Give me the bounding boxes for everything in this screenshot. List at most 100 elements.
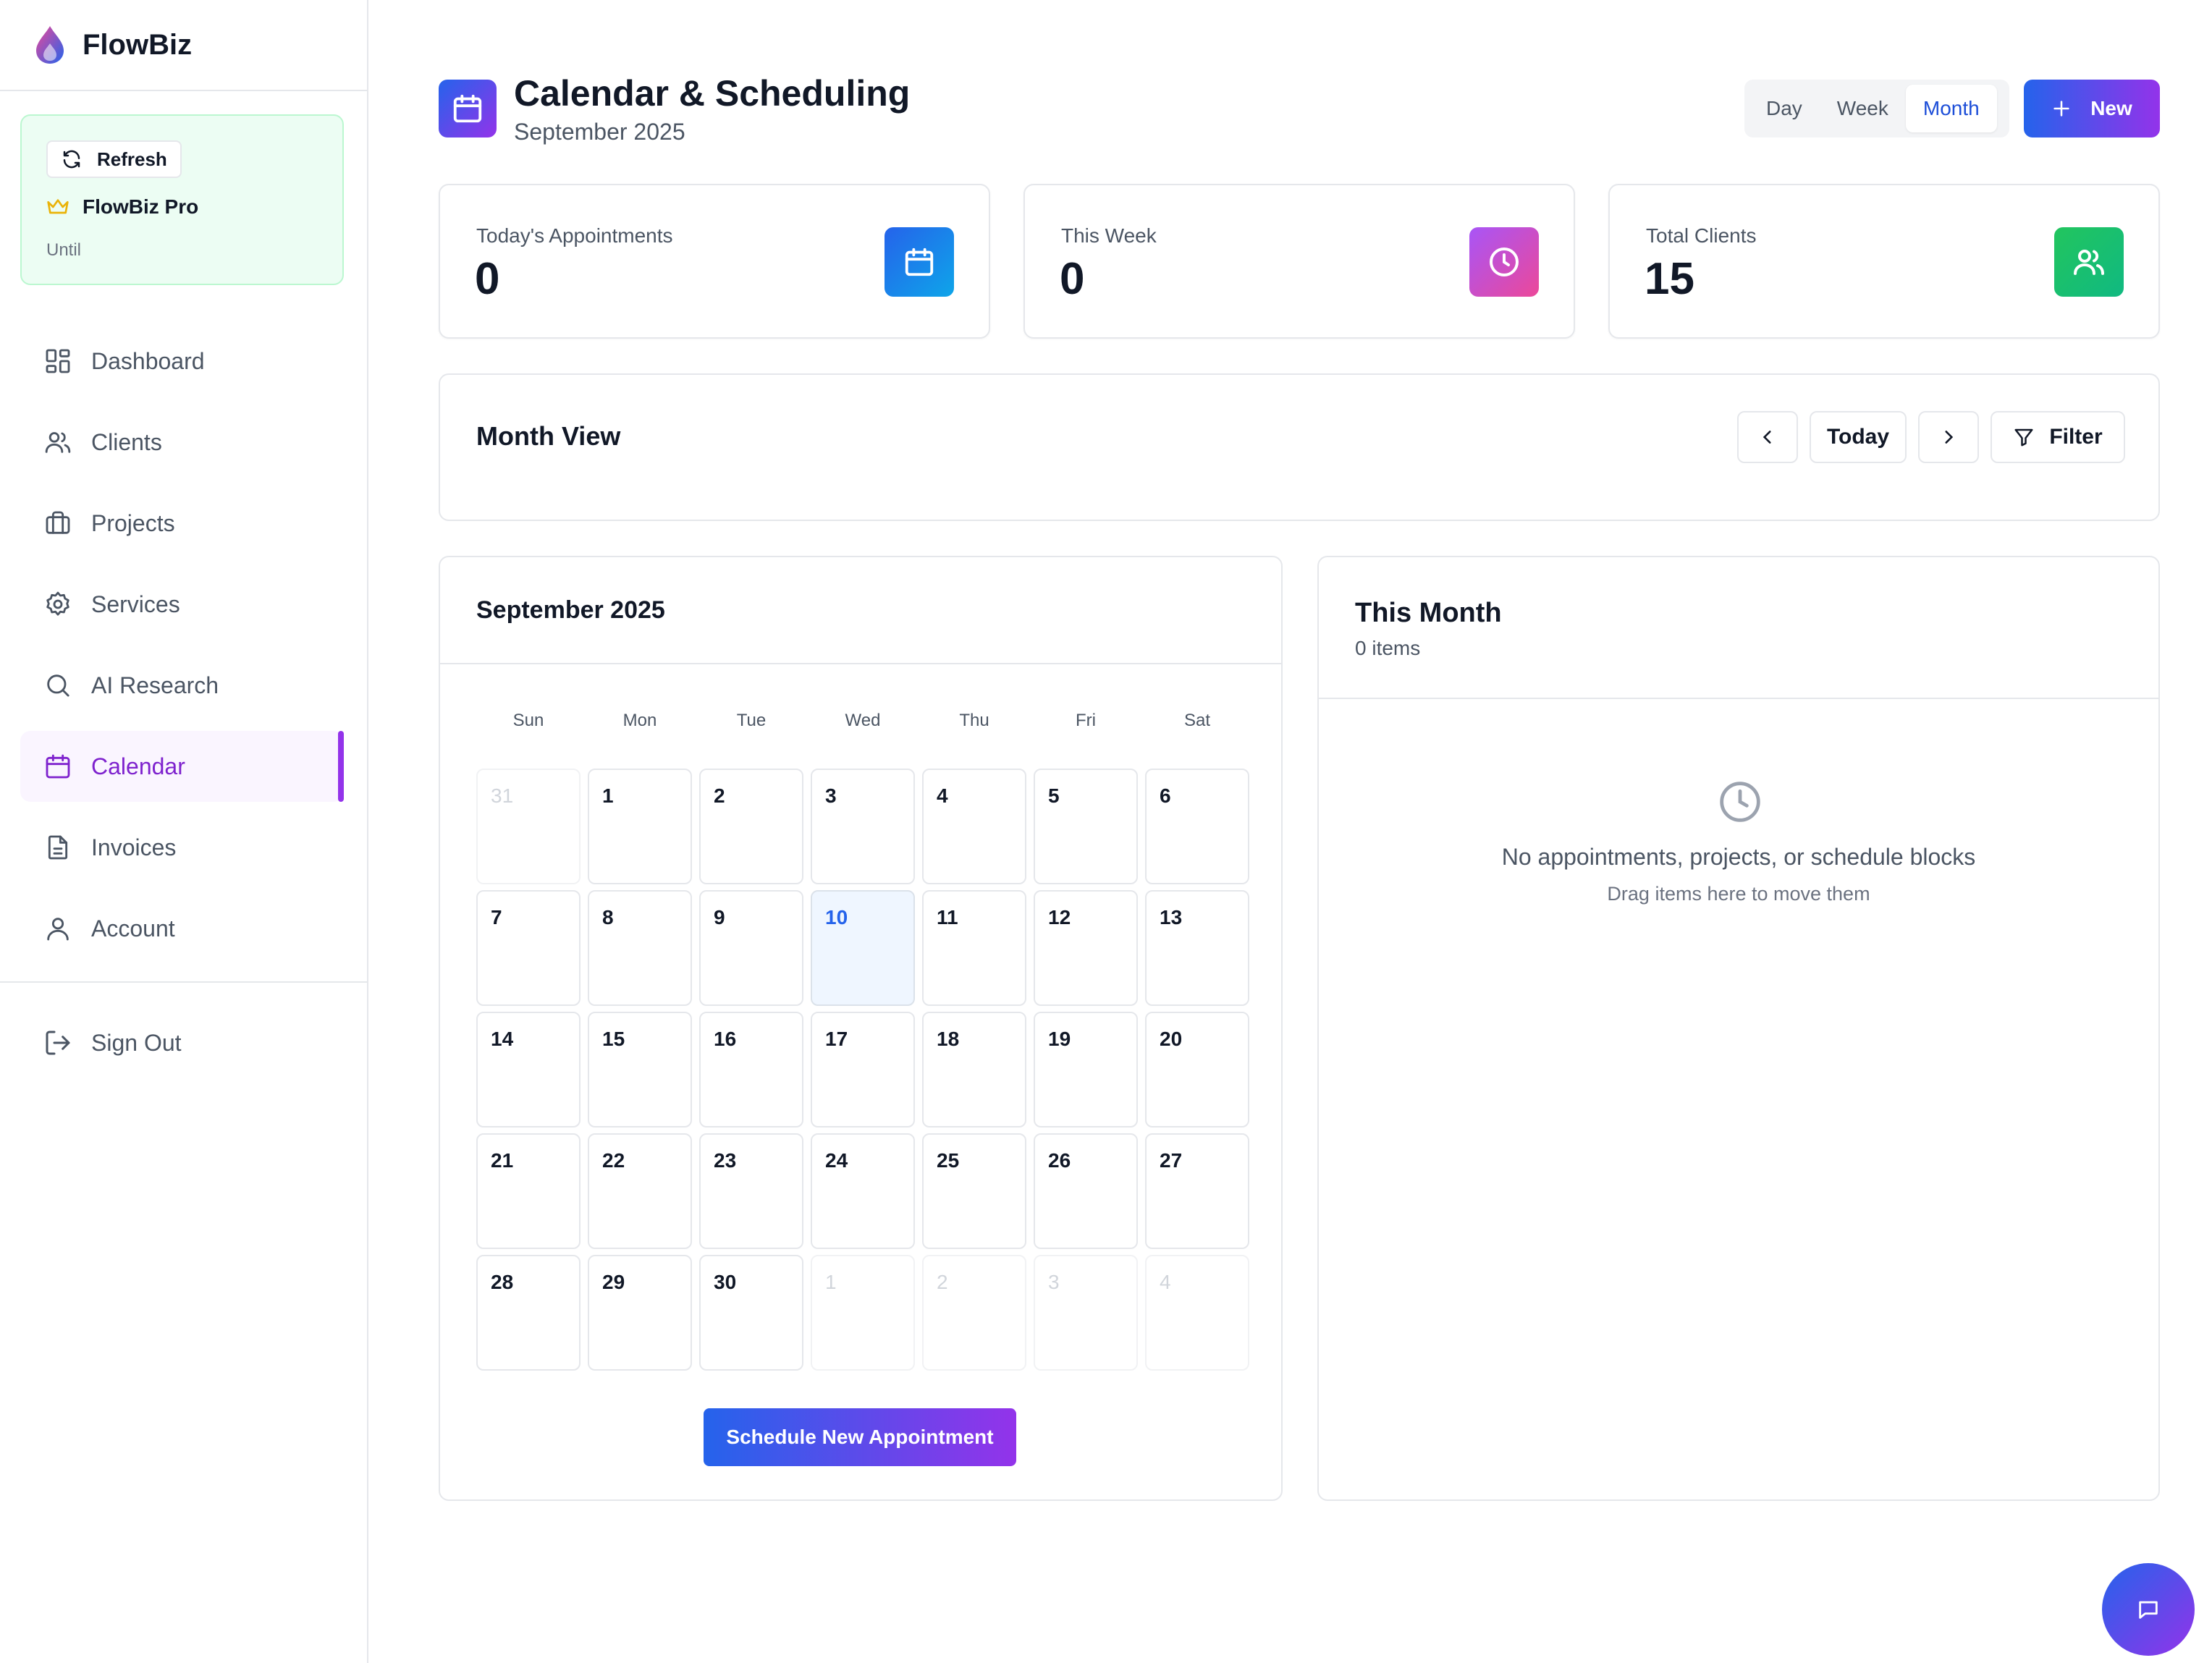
day-number: 2: [937, 1271, 948, 1293]
weekday-label: Thu: [959, 711, 989, 730]
page-subtitle: September 2025: [514, 119, 685, 145]
weekday-label: Tue: [736, 711, 767, 730]
weekday-label: Mon: [622, 711, 657, 730]
sidebar-item-account[interactable]: Account: [20, 893, 344, 964]
day-number: 4: [1160, 1271, 1171, 1293]
day-number: 6: [1160, 784, 1171, 807]
view-toggle: Day Week Month: [1744, 80, 2009, 137]
sidebar-item-label: Invoices: [91, 834, 177, 860]
sidebar-item-projects[interactable]: Projects: [20, 488, 344, 559]
day-cell[interactable]: 25: [922, 1133, 1026, 1249]
day-cell[interactable]: 2: [922, 1255, 1026, 1371]
stat-card-clients: Total Clients 15: [1608, 184, 2160, 339]
new-button[interactable]: New: [2024, 80, 2160, 137]
stat-card-today: Today's Appointments 0: [439, 184, 990, 339]
this-month-panel: This Month 0 items No appointments, proj…: [1317, 556, 2160, 1501]
nav-divider: [0, 981, 367, 983]
day-cell[interactable]: 19: [1034, 1012, 1138, 1127]
next-month-button[interactable]: [1918, 411, 1979, 463]
day-number: 4: [937, 784, 948, 807]
sidebar-item-services[interactable]: Services: [20, 569, 344, 640]
day-number: 8: [602, 906, 614, 928]
day-cell[interactable]: 28: [476, 1255, 581, 1371]
day-cell[interactable]: 30: [699, 1255, 803, 1371]
day-number: 7: [491, 906, 502, 928]
sidebar-item-calendar[interactable]: Calendar: [20, 731, 344, 802]
day-cell[interactable]: 1: [588, 769, 692, 884]
today-button[interactable]: Today: [1810, 411, 1907, 463]
sidebar-item-label: Clients: [91, 428, 162, 455]
day-cell[interactable]: 2: [699, 769, 803, 884]
day-cell[interactable]: 14: [476, 1012, 581, 1127]
day-cell[interactable]: 27: [1145, 1133, 1249, 1249]
user-icon: [43, 914, 72, 943]
day-number: 21: [491, 1149, 514, 1172]
sidebar-item-clients[interactable]: Clients: [20, 407, 344, 478]
day-number: 18: [937, 1028, 960, 1050]
day-cell[interactable]: 8: [588, 890, 692, 1006]
briefcase-icon: [43, 509, 72, 538]
day-cell[interactable]: 31: [476, 769, 581, 884]
users-icon: [43, 428, 72, 457]
day-cell[interactable]: 7: [476, 890, 581, 1006]
day-number: 23: [714, 1149, 737, 1172]
sidebar-item-invoices[interactable]: Invoices: [20, 812, 344, 883]
tab-month[interactable]: Month: [1905, 85, 1997, 132]
day-number: 27: [1160, 1149, 1183, 1172]
day-number: 30: [714, 1271, 737, 1293]
day-cell[interactable]: 4: [1145, 1255, 1249, 1371]
day-cell[interactable]: 21: [476, 1133, 581, 1249]
sidebar-item-label: Dashboard: [91, 347, 205, 374]
weekday-label: Fri: [1076, 711, 1096, 730]
day-cell[interactable]: 1: [811, 1255, 915, 1371]
chevron-right-icon: [1939, 428, 1958, 447]
day-cell[interactable]: 16: [699, 1012, 803, 1127]
day-number: 28: [491, 1271, 514, 1293]
day-number: 24: [825, 1149, 848, 1172]
filter-button[interactable]: Filter: [1991, 411, 2125, 463]
day-cell[interactable]: 29: [588, 1255, 692, 1371]
day-cell[interactable]: 24: [811, 1133, 915, 1249]
sidebar: FlowBiz Refresh FlowBiz Pro Until Dashbo…: [0, 0, 368, 1663]
day-cell[interactable]: 3: [811, 769, 915, 884]
clock-icon: [1469, 227, 1539, 297]
day-number: 19: [1048, 1028, 1071, 1050]
day-number: 3: [825, 784, 837, 807]
tab-week[interactable]: Week: [1820, 85, 1906, 132]
this-month-title: This Month: [1355, 598, 1502, 628]
day-cell[interactable]: 9: [699, 890, 803, 1006]
day-cell[interactable]: 18: [922, 1012, 1026, 1127]
sign-out-button[interactable]: Sign Out: [20, 1007, 344, 1078]
document-icon: [43, 833, 72, 862]
sidebar-item-ai-research[interactable]: AI Research: [20, 650, 344, 721]
day-cell[interactable]: 6: [1145, 769, 1249, 884]
brand[interactable]: FlowBiz: [0, 0, 367, 91]
day-cell[interactable]: 13: [1145, 890, 1249, 1006]
schedule-appointment-button[interactable]: Schedule New Appointment: [704, 1408, 1016, 1466]
day-cell[interactable]: 11: [922, 890, 1026, 1006]
new-label: New: [2090, 97, 2132, 119]
day-cell[interactable]: 17: [811, 1012, 915, 1127]
stat-value: 0: [1060, 254, 1085, 304]
chat-button[interactable]: [2102, 1563, 2195, 1656]
day-cell[interactable]: 26: [1034, 1133, 1138, 1249]
day-number: 1: [602, 784, 614, 807]
refresh-label: Refresh: [97, 148, 167, 170]
day-number: 12: [1048, 906, 1071, 928]
day-cell[interactable]: 20: [1145, 1012, 1249, 1127]
day-cell[interactable]: 5: [1034, 769, 1138, 884]
prev-month-button[interactable]: [1737, 411, 1798, 463]
day-cell[interactable]: 3: [1034, 1255, 1138, 1371]
day-cell[interactable]: 4: [922, 769, 1026, 884]
stat-value: 15: [1645, 254, 1694, 304]
sidebar-item-dashboard[interactable]: Dashboard: [20, 326, 344, 397]
day-number: 29: [602, 1271, 625, 1293]
chat-icon: [2136, 1597, 2161, 1622]
day-cell-today[interactable]: 10: [811, 890, 915, 1006]
day-cell[interactable]: 15: [588, 1012, 692, 1127]
refresh-button[interactable]: Refresh: [46, 140, 182, 178]
day-cell[interactable]: 22: [588, 1133, 692, 1249]
day-cell[interactable]: 23: [699, 1133, 803, 1249]
tab-day[interactable]: Day: [1749, 85, 1820, 132]
day-cell[interactable]: 12: [1034, 890, 1138, 1006]
